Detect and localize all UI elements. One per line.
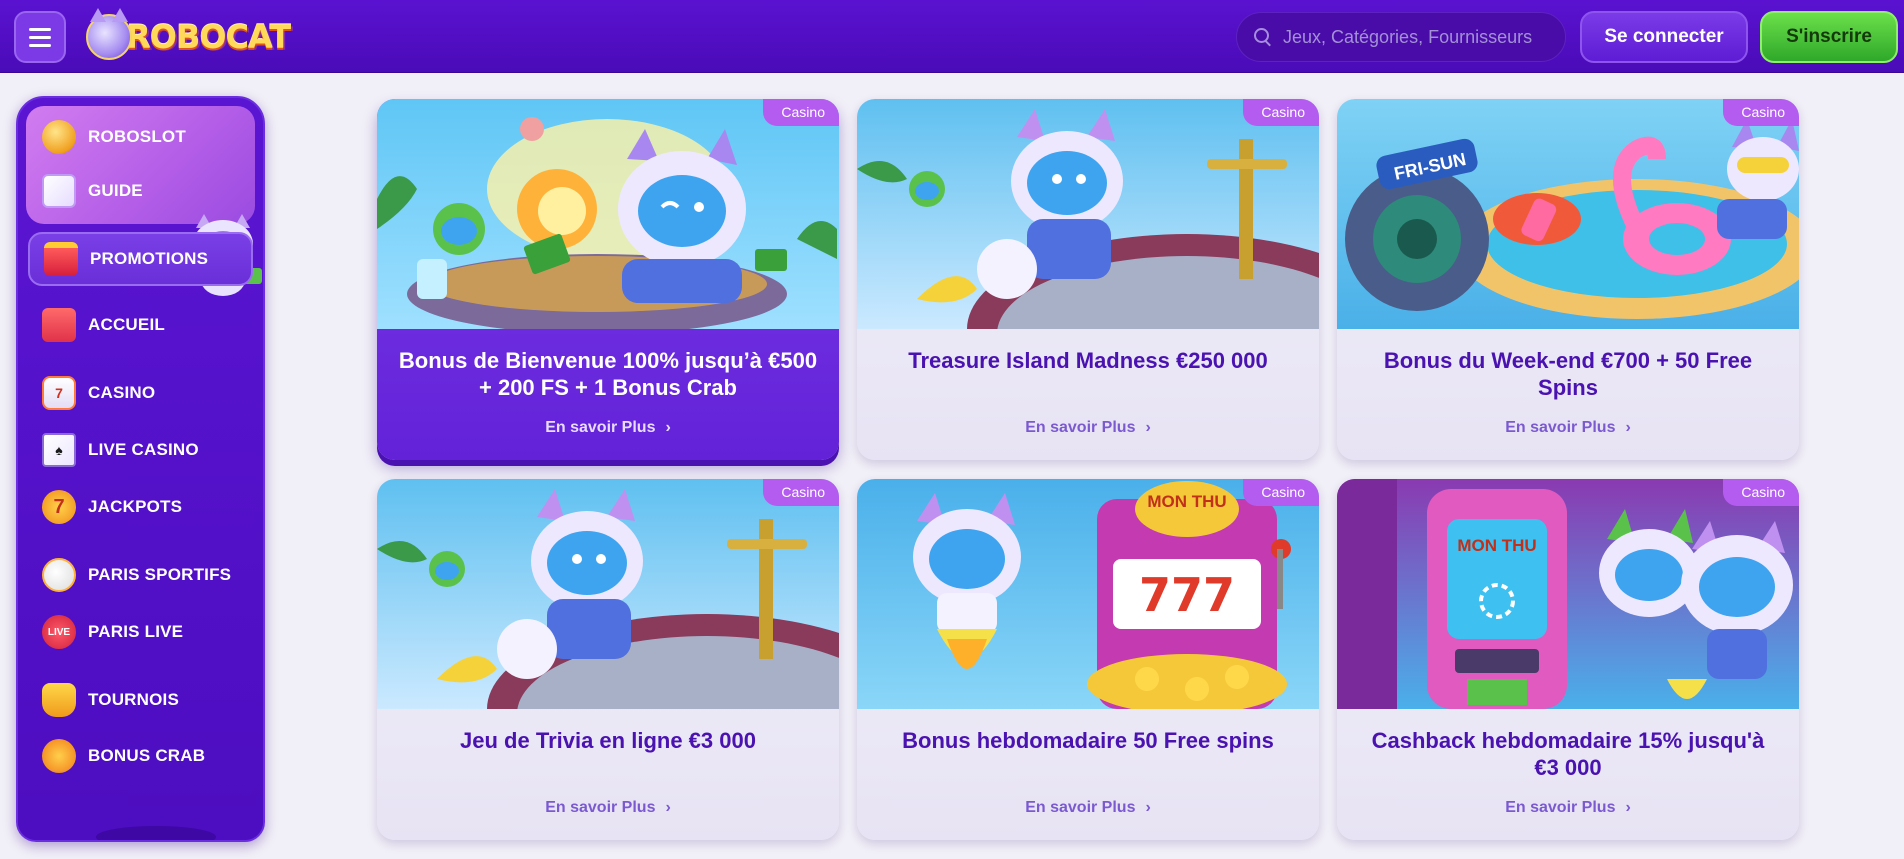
search-bar[interactable] [1236, 12, 1566, 62]
sidebar-item-label: PARIS LIVE [88, 622, 184, 641]
menu-line-icon [29, 35, 51, 39]
robocat-mascot-icon [86, 8, 132, 60]
sidebar: ROBOSLOT GUIDE PROMOTIONS ACCUEIL 7 CASI… [16, 96, 265, 842]
chevron-right-icon: › [665, 419, 671, 436]
learn-more-label: En savoir Plus [1505, 799, 1616, 816]
promo-card[interactable]: Casino Bonus de Bienvenue 100% jusqu’à €… [377, 99, 839, 460]
promo-card-image: MON THU [1337, 479, 1799, 709]
chevron-right-icon: › [1625, 799, 1631, 816]
cards-icon: ♠ [42, 433, 76, 467]
promo-card-image [857, 99, 1319, 329]
chevron-right-icon: › [1145, 419, 1151, 436]
guide-icon [42, 174, 76, 208]
category-badge: Casino [1723, 99, 1799, 126]
sidebar-item-accueil[interactable]: ACCUEIL [28, 300, 257, 350]
promo-card[interactable]: MON THU 777 Casino Bonus hebdomadaire 50… [857, 479, 1319, 840]
promo-title: Jeu de Trivia en ligne €3 000 [460, 728, 756, 753]
category-badge: Casino [1243, 479, 1319, 506]
learn-more-link[interactable]: En savoir Plus › [1337, 419, 1799, 437]
learn-more-link[interactable]: En savoir Plus › [377, 799, 839, 817]
top-header: ROBOCAT Se connecter S'inscrire [0, 0, 1904, 73]
menu-line-icon [29, 27, 51, 31]
search-icon [1253, 27, 1273, 47]
sidebar-item-paris-sportifs[interactable]: PARIS SPORTIFS [28, 550, 257, 600]
chevron-right-icon: › [665, 799, 671, 816]
promo-card[interactable]: Casino Treasure Island Madness €250 000 … [857, 99, 1319, 460]
logo-text: ROBOCAT [126, 18, 291, 56]
chevron-right-icon: › [1625, 419, 1631, 436]
coin-icon [42, 120, 76, 154]
learn-more-link[interactable]: En savoir Plus › [1337, 799, 1799, 817]
promo-title: Bonus hebdomadaire 50 Free spins [902, 728, 1274, 753]
category-badge: Casino [763, 479, 839, 506]
chevron-right-icon: › [1145, 799, 1151, 816]
sidebar-item-label: ROBOSLOT [88, 127, 186, 146]
category-badge: Casino [1243, 99, 1319, 126]
sidebar-item-label: GUIDE [88, 181, 143, 200]
promo-card-image: FRI-SUN [1337, 99, 1799, 329]
sidebar-item-label: PROMOTIONS [90, 249, 209, 268]
sidebar-item-label: LIVE CASINO [88, 440, 199, 459]
promo-card[interactable]: Casino Jeu de Trivia en ligne €3 000 En … [377, 479, 839, 840]
learn-more-label: En savoir Plus [1505, 419, 1616, 436]
sidebar-item-live-casino[interactable]: ♠ LIVE CASINO [28, 425, 257, 475]
sidebar-item-casino[interactable]: 7 CASINO [28, 368, 257, 418]
sidebar-item-label: CASINO [88, 383, 156, 402]
login-button[interactable]: Se connecter [1580, 11, 1748, 63]
signup-button[interactable]: S'inscrire [1760, 11, 1898, 63]
menu-line-icon [29, 43, 51, 47]
learn-more-link[interactable]: En savoir Plus › [857, 799, 1319, 817]
sidebar-bottom-notch [96, 826, 216, 840]
learn-more-label: En savoir Plus [545, 799, 656, 816]
promo-title: Bonus de Bienvenue 100% jusqu’à €500 + 2… [398, 348, 818, 400]
sidebar-item-promotions[interactable]: PROMOTIONS [28, 232, 253, 286]
promo-card-image [377, 99, 839, 329]
sidebar-item-label: BONUS CRAB [88, 746, 206, 765]
search-input[interactable] [1283, 26, 1563, 48]
sidebar-item-jackpots[interactable]: 7 JACKPOTS [28, 482, 257, 532]
learn-more-label: En savoir Plus [1025, 799, 1136, 816]
football-icon [42, 558, 76, 592]
trophy-icon [42, 683, 76, 717]
category-badge: Casino [1723, 479, 1799, 506]
promo-card-image: MON THU 777 [857, 479, 1319, 709]
learn-more-label: En savoir Plus [1025, 419, 1136, 436]
promo-card-image [377, 479, 839, 709]
sidebar-item-roboslot[interactable]: ROBOSLOT [28, 112, 257, 162]
slot-sevens-text: 777 [1139, 568, 1235, 622]
gift-icon [44, 242, 78, 276]
mon-thu-sign-text: MON THU [1147, 492, 1226, 511]
promo-card[interactable]: MON THU Casino Cashback hebdomadaire 15%… [1337, 479, 1799, 840]
sidebar-item-guide[interactable]: GUIDE [28, 166, 257, 216]
learn-more-link[interactable]: En savoir Plus › [377, 419, 839, 437]
hamburger-menu-button[interactable] [14, 11, 66, 63]
crab-icon [42, 739, 76, 773]
home-icon [42, 308, 76, 342]
promo-title: Treasure Island Madness €250 000 [908, 348, 1268, 373]
seven-icon: 7 [42, 490, 76, 524]
sidebar-item-label: JACKPOTS [88, 497, 183, 516]
robocat-logo[interactable]: ROBOCAT [86, 8, 291, 64]
promo-title: Cashback hebdomadaire 15% jusqu'à €3 000 [1371, 728, 1765, 780]
sidebar-item-label: TOURNOIS [88, 690, 180, 709]
sidebar-item-label: PARIS SPORTIFS [88, 565, 232, 584]
sidebar-item-paris-live[interactable]: LIVE PARIS LIVE [28, 607, 257, 657]
mon-thu-screen-text: MON THU [1457, 536, 1536, 555]
live-icon: LIVE [42, 615, 76, 649]
learn-more-link[interactable]: En savoir Plus › [857, 419, 1319, 437]
learn-more-label: En savoir Plus [545, 419, 656, 436]
sidebar-item-label: ACCUEIL [88, 315, 165, 334]
promo-title: Bonus du Week-end €700 + 50 Free Spins [1383, 348, 1753, 400]
sidebar-item-tournois[interactable]: TOURNOIS [28, 675, 257, 725]
category-badge: Casino [763, 99, 839, 126]
promo-card[interactable]: FRI-SUN Casino Bonus du Week-end €700 + … [1337, 99, 1799, 460]
slot-icon: 7 [42, 376, 76, 410]
